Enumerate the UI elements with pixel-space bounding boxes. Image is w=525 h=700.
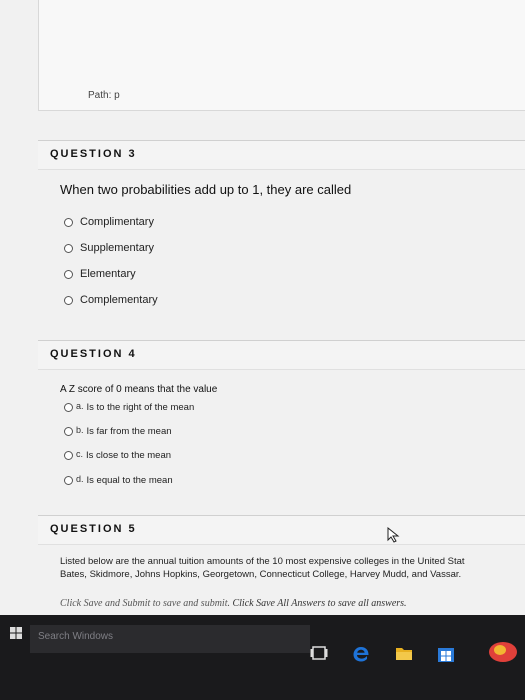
save-and-submit-instruction: Click Save and Submit to save and submit…: [60, 598, 230, 609]
q3-option-2[interactable]: Supplementary: [64, 242, 154, 254]
q4-option-b-label: Is far from the mean: [86, 426, 172, 437]
windows-start-icon[interactable]: [10, 627, 22, 639]
file-explorer-icon[interactable]: [395, 645, 413, 661]
question-4-header: QUESTION 4: [38, 340, 525, 370]
save-all-instruction: Click Save All Answers to save all answe…: [232, 598, 407, 609]
radio-button[interactable]: [64, 427, 73, 436]
question-3-header: QUESTION 3: [38, 140, 525, 170]
q3-option-2-label: Supplementary: [80, 242, 154, 254]
app-icon[interactable]: [488, 641, 518, 663]
q3-option-3-label: Elementary: [80, 268, 136, 280]
q4-option-d-letter: d.: [76, 473, 84, 484]
question-4-text: A Z score of 0 means that the value: [60, 384, 218, 395]
radio-button[interactable]: [64, 217, 73, 227]
question-5-text-line1: Listed below are the annual tuition amou…: [60, 556, 465, 567]
radio-button[interactable]: [64, 269, 73, 279]
q4-option-a-letter: a.: [76, 400, 84, 411]
question-5-text-line2: Bates, Skidmore, Johns Hopkins, Georgeto…: [60, 569, 462, 580]
radio-button[interactable]: [64, 403, 73, 412]
q3-option-1[interactable]: Complimentary: [64, 216, 154, 228]
radio-button[interactable]: [64, 243, 73, 253]
search-windows-input[interactable]: Search Windows: [30, 625, 310, 653]
task-view-icon[interactable]: [310, 645, 328, 661]
q4-option-c-letter: c.: [76, 448, 84, 459]
q4-option-b[interactable]: b. Is far from the mean: [64, 424, 172, 437]
q3-option-4-label: Complementary: [80, 294, 158, 306]
question-3-text: When two probabilities add up to 1, they…: [60, 182, 352, 197]
mouse-cursor-icon: [387, 527, 400, 543]
edge-browser-icon[interactable]: [352, 645, 370, 663]
q3-option-4[interactable]: Complementary: [64, 294, 158, 306]
q4-option-d-label: Is equal to the mean: [86, 475, 173, 486]
store-icon[interactable]: [437, 645, 455, 663]
editor-path-label: Path: p: [88, 90, 120, 101]
q4-option-a-label: Is to the right of the mean: [86, 402, 195, 413]
q3-option-3[interactable]: Elementary: [64, 268, 136, 280]
q4-option-c[interactable]: c. Is close to the mean: [64, 448, 172, 461]
radio-button[interactable]: [64, 451, 73, 460]
taskbar: Search Windows: [0, 615, 525, 700]
radio-button[interactable]: [64, 476, 73, 485]
question-5-header: QUESTION 5: [38, 515, 525, 545]
q4-option-d[interactable]: d. Is equal to the mean: [64, 473, 173, 486]
question-4-title: QUESTION 4: [50, 348, 137, 360]
question-3-title: QUESTION 3: [50, 148, 137, 160]
q4-option-c-label: Is close to the mean: [86, 450, 172, 461]
q4-option-a[interactable]: a. Is to the right of the mean: [64, 400, 195, 413]
q3-option-1-label: Complimentary: [80, 216, 154, 228]
radio-button[interactable]: [64, 295, 73, 305]
q4-option-b-letter: b.: [76, 424, 84, 435]
footer-instructions: Click Save and Submit to save and submit…: [60, 598, 407, 609]
question-5-title: QUESTION 5: [50, 523, 137, 535]
